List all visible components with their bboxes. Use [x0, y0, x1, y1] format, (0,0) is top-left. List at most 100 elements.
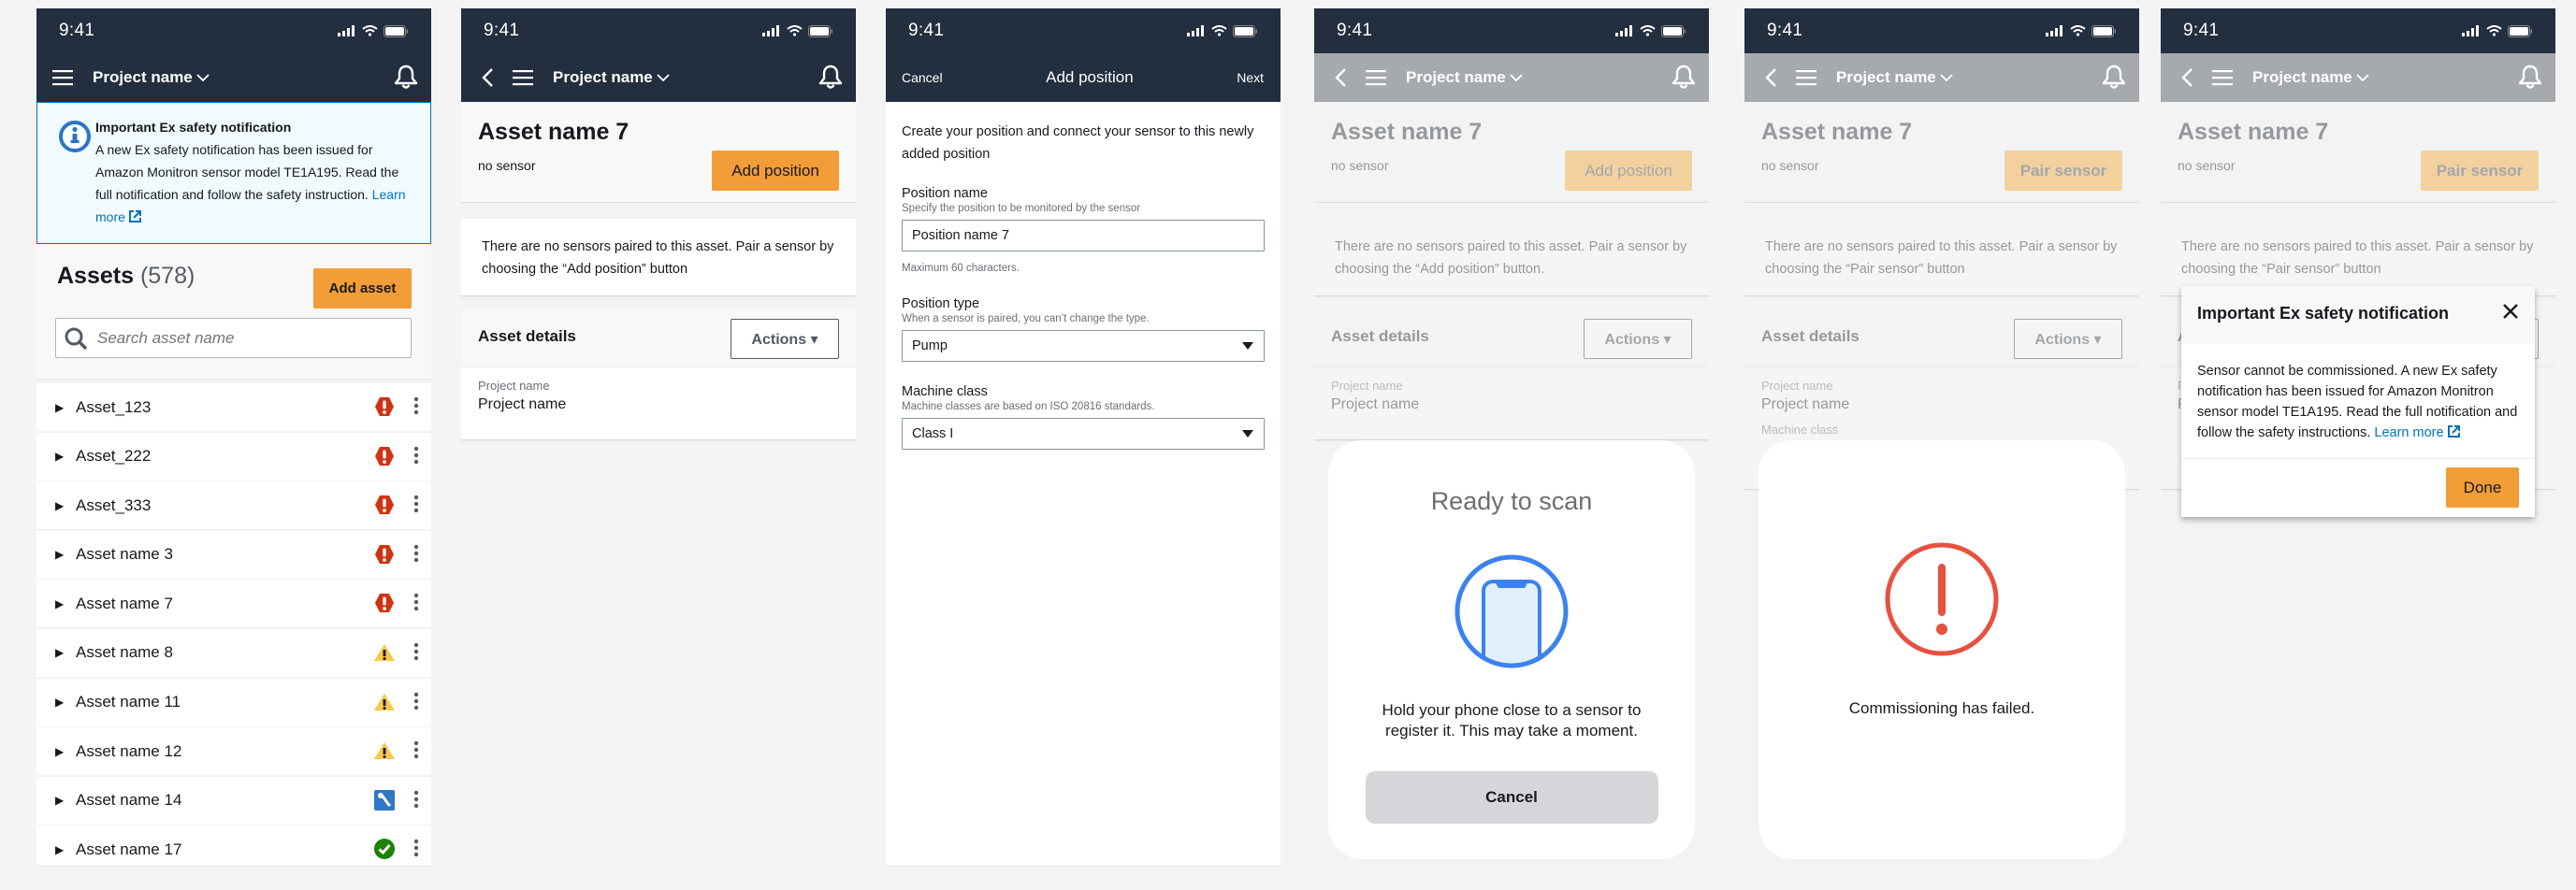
caret-down-icon: ▾ — [1663, 331, 1672, 348]
form-intro: Create your position and connect your se… — [902, 124, 1254, 162]
more-options-icon[interactable] — [413, 740, 419, 764]
asset-row[interactable]: ▶ Asset_222 — [36, 432, 431, 481]
position-name-input[interactable]: Position name 7 — [902, 220, 1265, 251]
done-button[interactable]: Done — [2446, 467, 2519, 508]
actions-label: Actions — [2034, 331, 2091, 348]
status-bar: 9:41 — [1744, 8, 2139, 53]
status-time: 9:41 — [1767, 21, 1803, 40]
status-bar: 9:41 — [36, 8, 431, 53]
scan-cancel-button[interactable]: Cancel — [1365, 771, 1658, 824]
expand-caret-icon[interactable]: ▶ — [55, 499, 65, 512]
project-selector[interactable]: Project name — [553, 68, 670, 87]
asset-details-title: Asset details — [478, 327, 576, 345]
asset-row-name: Asset name 8 — [76, 643, 173, 662]
external-link-icon — [2447, 425, 2460, 438]
status-bar: 9:41 — [886, 8, 1281, 53]
battery-icon — [384, 24, 408, 37]
more-options-icon[interactable] — [413, 593, 419, 616]
sensor-status: no sensor — [1331, 158, 1389, 173]
status-time: 9:41 — [2183, 21, 2220, 40]
top-nav: Project name — [2161, 53, 2555, 102]
add-position-button[interactable]: Add position — [712, 151, 839, 191]
more-options-icon[interactable] — [413, 544, 419, 567]
more-options-icon[interactable] — [413, 642, 419, 666]
expand-caret-icon[interactable]: ▶ — [55, 745, 65, 758]
sensor-status: no sensor — [2178, 158, 2236, 173]
menu-icon[interactable] — [50, 65, 76, 91]
status-time: 9:41 — [1337, 21, 1373, 40]
position-type-select[interactable]: Pump — [902, 330, 1265, 362]
asset-header: Asset name 7 no sensor Pair sensor — [1744, 102, 2139, 203]
position-type-value: Pump — [912, 338, 948, 353]
asset-row[interactable]: ▶ Asset name 14 — [36, 776, 431, 825]
phone-commissioning-failed: 9:41 Project name Asset name 7 no sensor… — [1744, 8, 2139, 865]
form-nav: Cancel Add position Next — [886, 53, 1281, 102]
project-value: Project name — [478, 396, 567, 412]
machine-class-desc: Machine classes are based on ISO 20816 s… — [902, 401, 1155, 412]
bell-icon — [2518, 65, 2542, 94]
asset-row[interactable]: ▶ Asset name 12 — [36, 727, 431, 776]
battery-icon — [2091, 24, 2116, 37]
asset-row-name: Asset name 12 — [76, 741, 182, 760]
expand-caret-icon[interactable]: ▶ — [55, 450, 65, 463]
project-selector[interactable]: Project name — [93, 68, 210, 87]
expand-caret-icon[interactable]: ▶ — [55, 548, 65, 561]
expand-caret-icon[interactable]: ▶ — [55, 401, 65, 414]
bell-icon — [1672, 65, 1696, 94]
no-sensors-message: There are no sensors paired to this asse… — [2161, 219, 2555, 295]
asset-row[interactable]: ▶ Asset_333 — [36, 481, 431, 530]
asset-row[interactable]: ▶ Asset name 11 — [36, 678, 431, 726]
learn-more-link[interactable]: Learn more — [2374, 425, 2460, 440]
status-time: 9:41 — [908, 21, 945, 40]
project-selector: Project name — [2252, 68, 2369, 87]
asset-row[interactable]: ▶ Asset_123 — [36, 383, 431, 431]
bell-icon[interactable] — [394, 65, 418, 94]
asset-row[interactable]: ▶ Asset name 3 — [36, 530, 431, 579]
top-nav: Project name — [1314, 53, 1709, 102]
expand-caret-icon[interactable]: ▶ — [55, 843, 65, 856]
status-time: 9:41 — [59, 21, 95, 40]
expand-caret-icon[interactable]: ▶ — [55, 597, 65, 610]
search-input[interactable] — [97, 328, 378, 348]
phone-scan-icon — [1454, 554, 1569, 668]
project-value: Project name — [1761, 396, 1850, 412]
add-asset-button[interactable]: Add asset — [313, 268, 412, 309]
asset-row[interactable]: ▶ Asset name 8 — [36, 628, 431, 677]
position-name-label: Position name — [902, 186, 988, 201]
battery-icon — [1661, 24, 1686, 37]
expand-caret-icon[interactable]: ▶ — [55, 794, 65, 807]
actions-dropdown: Actions ▾ — [2014, 319, 2122, 359]
actions-dropdown[interactable]: Actions ▾ — [731, 319, 839, 359]
more-options-icon[interactable] — [413, 839, 419, 862]
asset-name: Asset name 7 — [1331, 119, 1483, 145]
more-options-icon[interactable] — [413, 446, 419, 469]
search-box[interactable] — [55, 318, 412, 358]
add-position-form: Create your position and connect your se… — [886, 102, 1281, 865]
more-options-icon[interactable] — [413, 495, 419, 518]
asset-row[interactable]: ▶ Asset name 7 — [36, 580, 431, 628]
more-options-icon[interactable] — [413, 396, 419, 420]
menu-icon[interactable] — [510, 65, 536, 91]
wifi-icon — [2070, 25, 2086, 36]
signal-icon — [762, 25, 779, 36]
project-label: Project name — [1761, 379, 1833, 393]
expand-caret-icon[interactable]: ▶ — [55, 646, 65, 659]
status-critical-icon — [373, 395, 396, 423]
close-button[interactable] — [2497, 299, 2524, 325]
actions-label: Actions — [751, 331, 807, 348]
asset-row[interactable]: ▶ Asset name 17 — [36, 825, 431, 865]
cancel-link[interactable]: Cancel — [902, 70, 943, 85]
status-warning-icon — [373, 641, 396, 668]
machine-class-select[interactable]: Class I — [902, 418, 1265, 450]
scan-instructions: Hold your phone close to a sensor to reg… — [1382, 701, 1642, 739]
bell-icon[interactable] — [818, 65, 843, 94]
back-icon[interactable] — [474, 65, 500, 91]
modal-title: Important Ex safety notification — [2197, 304, 2450, 323]
scan-title: Ready to scan — [1430, 487, 1593, 515]
more-options-icon[interactable] — [413, 692, 419, 715]
asset-row-name: Asset name 11 — [76, 693, 181, 711]
next-link[interactable]: Next — [1237, 70, 1264, 85]
expand-caret-icon[interactable]: ▶ — [55, 696, 65, 709]
asset-list: ▶ Asset_123 ▶ Asset_222 ▶ Asset_333 ▶ As… — [36, 383, 431, 865]
more-options-icon[interactable] — [413, 790, 419, 813]
